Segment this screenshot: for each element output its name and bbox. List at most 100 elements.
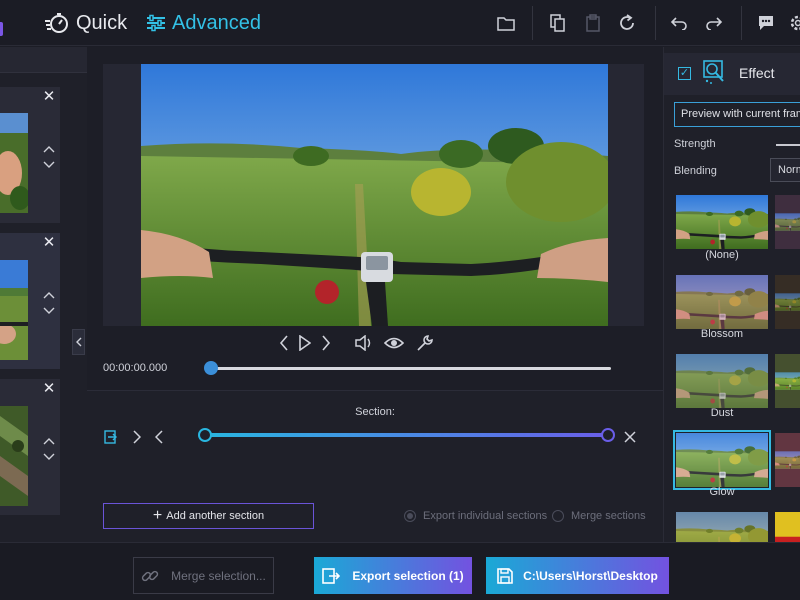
chevron-left-icon <box>75 337 81 347</box>
clip-thumbnail <box>0 113 28 213</box>
merge-sections-label: Merge sections <box>571 510 646 522</box>
app-window: Quick Advanced ✕ ✕ ✕ 00:00:00.000 Sectio… <box>0 0 800 600</box>
chevron-left-icon[interactable] <box>151 429 167 445</box>
add-section-label: Add another section <box>166 510 265 522</box>
output-path-label: C:\Users\Horst\Desktop <box>523 568 658 583</box>
remove-clip-icon[interactable]: ✕ <box>41 235 57 251</box>
export-individual-label: Export individual sections <box>423 510 548 522</box>
stopwatch-icon <box>45 13 68 33</box>
export-individual-radio[interactable]: Export individual sections <box>404 509 547 523</box>
play-icon[interactable] <box>297 333 313 353</box>
move-down-icon[interactable] <box>41 451 57 463</box>
toolbar-divider <box>532 6 533 40</box>
section-start-handle[interactable] <box>198 428 212 442</box>
clip-list-panel: ✕ ✕ ✕ <box>0 47 87 542</box>
preview-current-frame-button[interactable]: Preview with current frame <box>674 102 800 127</box>
clip-list-header <box>0 47 87 73</box>
clip-item[interactable]: ✕ <box>0 233 60 369</box>
preview-area: 00:00:00.000 Section: + Add another sect… <box>87 47 663 542</box>
bottom-action-bar: Merge selection... Export selection (1) … <box>0 542 800 600</box>
clip-thumbnail <box>0 260 28 360</box>
export-selection-label: Export selection (1) <box>352 568 464 583</box>
save-disk-icon <box>497 567 513 584</box>
move-up-icon[interactable] <box>41 289 57 301</box>
preset-tile[interactable] <box>775 354 800 408</box>
advanced-mode-label: Advanced <box>172 11 261 34</box>
toolbar-divider <box>655 6 656 40</box>
quick-mode-label: Quick <box>76 11 128 34</box>
add-section-button[interactable]: + Add another section <box>103 503 314 529</box>
settings-gear-icon[interactable] <box>786 11 800 35</box>
effects-panel: ✓ Effect Preview with current frame Stre… <box>663 47 800 542</box>
export-icon <box>322 567 341 584</box>
preset-label: (None) <box>705 249 739 261</box>
video-frame <box>103 64 644 326</box>
chevron-right-icon[interactable] <box>129 429 145 445</box>
move-down-icon[interactable] <box>41 305 57 317</box>
undo-icon[interactable] <box>667 11 691 35</box>
open-folder-icon[interactable] <box>494 11 518 35</box>
preset-tile-dust[interactable] <box>676 354 768 408</box>
radio-icon <box>404 510 416 522</box>
effect-enabled-checkbox[interactable]: ✓ <box>678 67 691 80</box>
preset-tile[interactable] <box>676 512 768 542</box>
previous-frame-icon[interactable] <box>277 333 291 353</box>
preset-tile-glow[interactable] <box>673 430 771 490</box>
redo-icon[interactable] <box>702 11 726 35</box>
eye-icon[interactable] <box>383 333 405 353</box>
plus-icon: + <box>152 507 163 524</box>
app-logo <box>0 22 3 36</box>
effect-title: Effect <box>739 65 775 81</box>
volume-icon[interactable] <box>354 333 374 353</box>
section-editor: Section: + Add another section Export in… <box>87 390 663 542</box>
section-label: Section: <box>355 406 395 418</box>
reset-icon[interactable] <box>615 11 639 35</box>
radio-icon <box>552 510 564 522</box>
merge-sections-radio[interactable]: Merge sections <box>552 509 646 523</box>
move-up-icon[interactable] <box>41 435 57 447</box>
remove-clip-icon[interactable]: ✕ <box>41 89 57 105</box>
preset-tile[interactable] <box>775 195 800 249</box>
sliders-icon <box>147 14 165 32</box>
preset-label: Dust <box>710 407 734 419</box>
feedback-icon[interactable] <box>754 11 778 35</box>
section-end-handle[interactable] <box>601 428 615 442</box>
clip-item[interactable]: ✕ <box>0 379 60 515</box>
export-selection-button[interactable]: Export selection (1) <box>314 557 472 594</box>
preset-tile[interactable] <box>775 275 800 329</box>
next-frame-icon[interactable] <box>319 333 333 353</box>
blending-label: Blending <box>674 165 717 177</box>
preset-tile[interactable] <box>775 433 800 487</box>
copy-icon[interactable] <box>546 11 570 35</box>
preset-tile-blossom[interactable] <box>676 275 768 329</box>
move-down-icon[interactable] <box>41 159 57 171</box>
collapse-panel-button[interactable] <box>72 329 85 355</box>
strength-label: Strength <box>674 138 716 150</box>
output-path-button[interactable]: C:\Users\Horst\Desktop <box>486 557 669 594</box>
preset-tile[interactable] <box>775 512 800 542</box>
blending-select[interactable]: Normal <box>770 158 800 182</box>
preset-tile-none[interactable] <box>676 195 768 249</box>
effect-header: ✓ Effect <box>664 53 800 95</box>
link-icon <box>141 570 159 581</box>
section-range-bar[interactable] <box>205 433 609 437</box>
preset-label: Glow <box>709 486 735 498</box>
clip-thumbnail <box>0 406 28 506</box>
remove-clip-icon[interactable]: ✕ <box>41 381 57 397</box>
remove-section-icon[interactable] <box>622 429 638 445</box>
strength-slider[interactable] <box>776 144 800 146</box>
magic-effect-icon <box>703 60 724 84</box>
quick-mode-tab[interactable]: Quick <box>44 9 127 37</box>
timeline-track[interactable] <box>211 367 611 370</box>
paste-icon[interactable] <box>581 11 605 35</box>
wrench-icon[interactable] <box>415 333 435 353</box>
toolbar-divider <box>741 6 742 40</box>
video-preview[interactable] <box>141 64 608 326</box>
set-start-icon[interactable] <box>103 429 119 445</box>
timeline-playhead[interactable] <box>204 361 218 375</box>
advanced-mode-tab[interactable]: Advanced <box>146 9 261 37</box>
clip-item[interactable]: ✕ <box>0 87 60 223</box>
merge-selection-button[interactable]: Merge selection... <box>133 557 274 594</box>
move-up-icon[interactable] <box>41 143 57 155</box>
top-toolbar: Quick Advanced <box>0 0 800 46</box>
